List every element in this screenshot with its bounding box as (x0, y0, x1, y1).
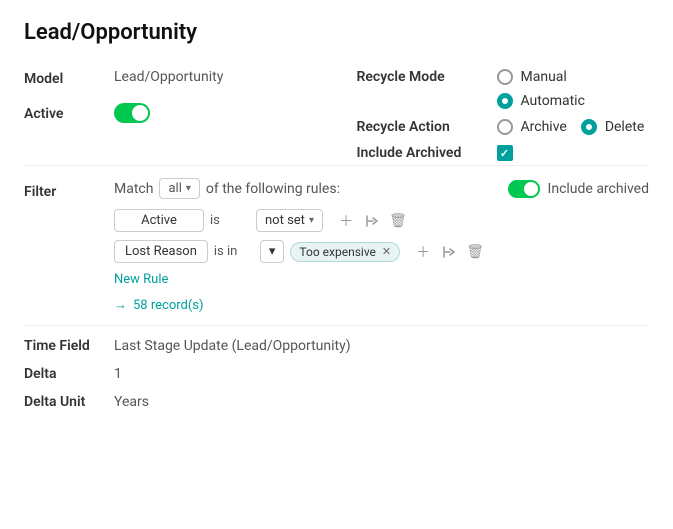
model-value: Lead/Opportunity (114, 69, 223, 85)
include-archived-label: Include Archived (357, 145, 497, 161)
chevron-down-icon: ▾ (186, 183, 191, 194)
page-title: Lead/Opportunity (24, 20, 649, 45)
add-rule-btn-lost-reason[interactable]: ＋ (412, 241, 434, 263)
new-rule-link[interactable]: New Rule (114, 272, 168, 287)
match-value: all (168, 181, 181, 196)
filter-value-active[interactable]: not set ▾ (256, 209, 323, 232)
filter-op-dropdown-lost-reason[interactable]: ▾ (260, 240, 285, 263)
time-field-label: Time Field (24, 338, 114, 354)
radio-manual[interactable] (497, 69, 513, 85)
filter-op-lost-reason: is in (214, 244, 254, 259)
delta-value: 1 (114, 366, 122, 382)
delta-label: Delta (24, 366, 114, 382)
radio-manual-label: Manual (521, 69, 567, 85)
radio-delete-label: Delete (605, 119, 644, 135)
filter-op-active: is (210, 213, 250, 228)
recycle-mode-group: Manual Automatic (497, 69, 585, 109)
radio-automatic-label: Automatic (521, 93, 585, 109)
filter-field-active[interactable]: Active (114, 209, 204, 232)
radio-archive[interactable] (497, 119, 513, 135)
branch-rule-btn-active[interactable] (361, 210, 383, 232)
recycle-mode-automatic[interactable]: Automatic (497, 93, 585, 109)
radio-automatic[interactable] (497, 93, 513, 109)
delete-rule-btn-lost-reason[interactable]: 🗑 (464, 241, 486, 263)
filter-rule-active: Active is not set ▾ ＋ 🗑 (114, 209, 649, 232)
delta-unit-value: Years (114, 394, 149, 410)
radio-delete[interactable] (581, 119, 597, 135)
remove-tag-too-expensive[interactable]: ✕ (382, 245, 391, 258)
recycle-action-delete[interactable]: Delete (581, 119, 644, 135)
include-archived-filter-label: Include archived (548, 181, 649, 197)
tag-too-expensive: Too expensive ✕ (290, 242, 400, 262)
delete-rule-btn-active[interactable]: 🗑 (387, 210, 409, 232)
recycle-mode-label: Recycle Mode (357, 69, 497, 85)
filter-rule-lost-reason: Lost Reason is in ▾ Too expensive ✕ ＋ (114, 240, 649, 263)
radio-archive-label: Archive (521, 119, 567, 135)
recycle-action-archive[interactable]: Archive (497, 119, 567, 135)
filter-field-lost-reason[interactable]: Lost Reason (114, 240, 208, 263)
delta-unit-label: Delta Unit (24, 394, 114, 410)
match-dropdown[interactable]: all ▾ (159, 178, 199, 199)
records-count: 58 record(s) (133, 298, 204, 313)
include-archived-filter-toggle[interactable] (508, 180, 540, 198)
chevron-active-icon: ▾ (309, 215, 314, 226)
active-toggle[interactable] (114, 103, 150, 123)
recycle-mode-manual[interactable]: Manual (497, 69, 585, 85)
filter-label: Filter (24, 178, 114, 200)
match-suffix: of the following rules: (206, 181, 340, 197)
branch-rule-btn-lost-reason[interactable] (438, 241, 460, 263)
records-link[interactable]: → 58 record(s) (114, 297, 649, 313)
recycle-action-label: Recycle Action (357, 119, 497, 135)
match-prefix: Match (114, 181, 153, 197)
add-rule-btn-active[interactable]: ＋ (335, 210, 357, 232)
include-archived-checkbox[interactable] (497, 145, 513, 161)
arrow-icon: → (114, 297, 127, 313)
active-label: Active (24, 104, 114, 122)
time-field-value: Last Stage Update (Lead/Opportunity) (114, 338, 351, 354)
model-label: Model (24, 69, 114, 87)
